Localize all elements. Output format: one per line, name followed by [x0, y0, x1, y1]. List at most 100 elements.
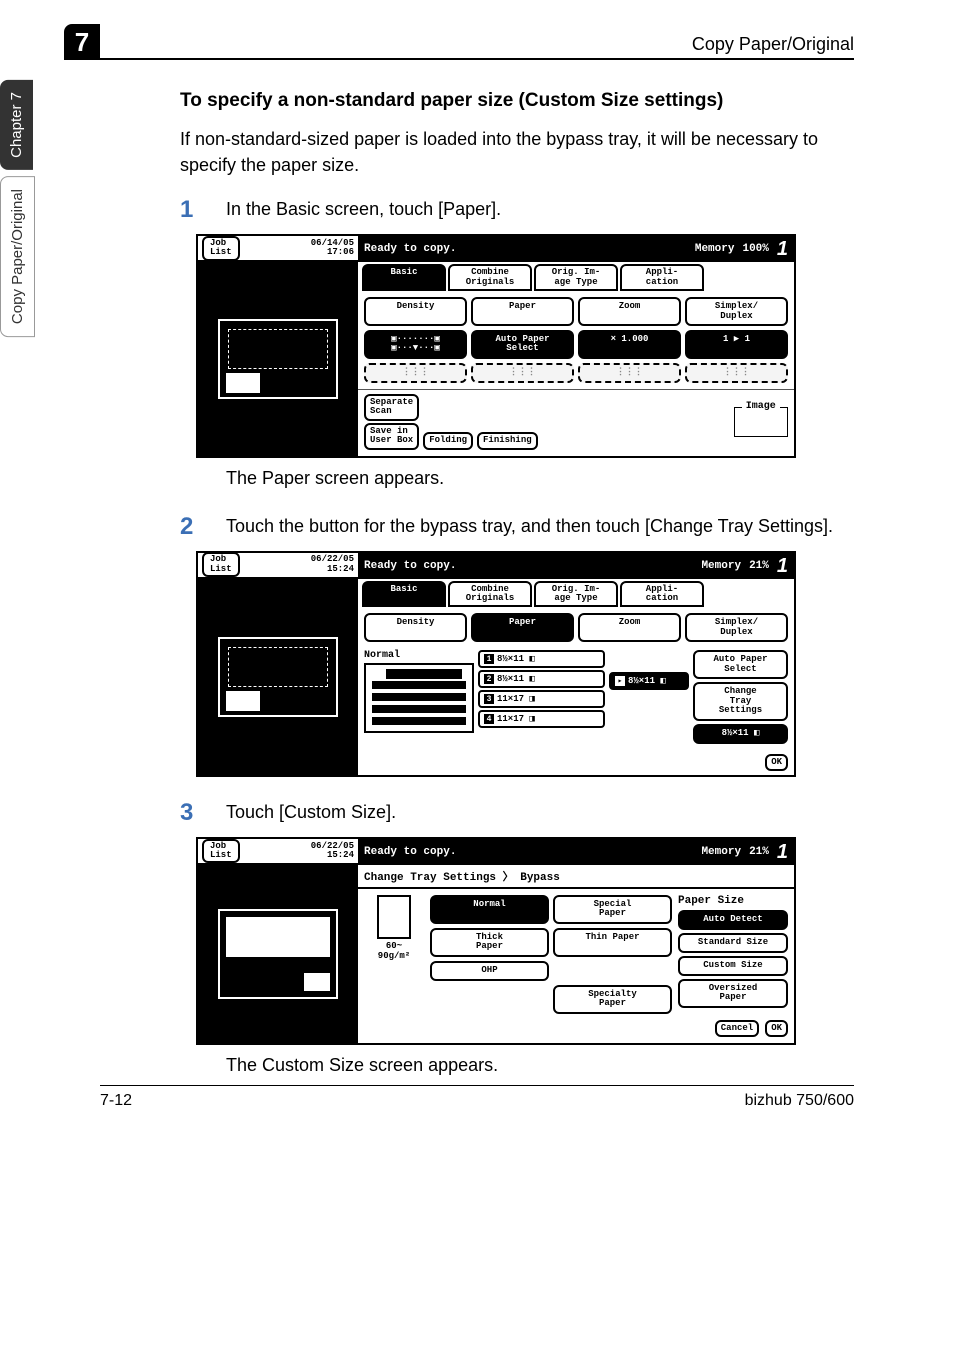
tab-orig-image[interactable]: Orig. Im- age Type [534, 581, 618, 608]
tray-size-label: 8½×11 ◧ [497, 654, 535, 664]
screen-basic: Job List 06/14/05 17:06 Ready to copy. M… [196, 234, 796, 457]
datetime: 06/14/05 17:06 [244, 239, 354, 258]
save-userbox-button[interactable]: Save in User Box [364, 423, 419, 450]
type-ohp-button[interactable]: OHP [430, 961, 549, 981]
tab-application[interactable]: Appli- cation [620, 581, 704, 608]
tray-size-label: 8½×11 ◧ [497, 674, 535, 684]
paper-button[interactable]: Paper [471, 297, 574, 326]
type-special-button[interactable]: Special Paper [553, 895, 672, 924]
disabled-slot: ⋮⋮⋮ [578, 363, 681, 383]
job-list-button[interactable]: Job List [202, 839, 240, 864]
separate-scan-button[interactable]: Separate Scan [364, 394, 419, 421]
tray-size-label: 11×17 ◨ [497, 714, 535, 724]
page-number: 7-12 [100, 1092, 132, 1110]
tab-combine[interactable]: Combine Originals [448, 264, 532, 291]
tray-1-button[interactable]: 18½×11 ◧ [478, 650, 605, 668]
breadcrumb: Change Tray Settings 〉 Bypass [358, 865, 794, 889]
zoom-button[interactable]: Zoom [578, 297, 681, 326]
density-button[interactable]: Density [364, 297, 467, 326]
job-list-button[interactable]: Job List [202, 552, 240, 577]
copy-count: 1 [777, 556, 788, 576]
tray-size-label: 11×17 ◨ [497, 694, 535, 704]
tab-orig-image[interactable]: Orig. Im- age Type [534, 264, 618, 291]
tray-3-button[interactable]: 311×17 ◨ [478, 690, 605, 708]
disabled-slot: ⋮⋮⋮ [685, 363, 788, 383]
tray-diagram-icon [364, 663, 474, 733]
status-message: Ready to copy. [364, 560, 701, 572]
size-oversized-button[interactable]: Oversized Paper [678, 979, 788, 1008]
model-name: bizhub 750/600 [745, 1092, 854, 1110]
step-after: The Paper screen appears. [226, 468, 854, 489]
paper-value: Auto Paper Select [471, 330, 574, 359]
memory-value: 21% [749, 846, 769, 858]
size-custom-button[interactable]: Custom Size [678, 956, 788, 976]
disabled-slot: ⋮⋮⋮ [471, 363, 574, 383]
tab-basic[interactable]: Basic [362, 264, 446, 291]
status-message: Ready to copy. [364, 846, 701, 858]
tab-application[interactable]: Appli- cation [620, 264, 704, 291]
tray-4-button[interactable]: 411×17 ◨ [478, 710, 605, 728]
cancel-button[interactable]: Cancel [715, 1020, 759, 1037]
paper-weight-label: 60~ 90g/m² [378, 941, 410, 961]
header-crumb: Copy Paper/Original [692, 34, 854, 55]
paper-size-heading: Paper Size [678, 895, 788, 907]
memory-label: Memory [701, 846, 741, 858]
size-auto-detect-button[interactable]: Auto Detect [678, 910, 788, 930]
simplex-value: 1 ▶ 1 [685, 330, 788, 359]
section-title: To specify a non-standard paper size (Cu… [180, 90, 854, 112]
finishing-button[interactable]: Finishing [477, 432, 538, 449]
type-thick-button[interactable]: Thick Paper [430, 928, 549, 957]
change-tray-settings-button[interactable]: Change Tray Settings [693, 682, 788, 720]
auto-paper-select-button[interactable]: Auto Paper Select [693, 650, 788, 679]
screen-paper: Job List 06/22/05 15:24 Ready to copy. M… [196, 551, 796, 777]
size-standard-button[interactable]: Standard Size [678, 933, 788, 953]
preview-area [198, 579, 358, 775]
preview-area [198, 262, 358, 455]
type-normal-button[interactable]: Normal [430, 895, 549, 924]
chapter-badge: 7 [64, 24, 100, 60]
step-number: 3 [180, 799, 226, 827]
scanner-icon [218, 319, 338, 399]
memory-label: Memory [695, 243, 735, 255]
type-specialty-button[interactable]: Specialty Paper [553, 985, 672, 1014]
type-thin-button[interactable]: Thin Paper [553, 928, 672, 957]
step-text: Touch [Custom Size]. [226, 799, 396, 825]
copy-count: 1 [777, 239, 788, 259]
tab-combine[interactable]: Combine Originals [448, 581, 532, 608]
tab-basic[interactable]: Basic [362, 581, 446, 608]
zoom-value: × 1.000 [578, 330, 681, 359]
scanner-icon [218, 637, 338, 717]
step-text: In the Basic screen, touch [Paper]. [226, 196, 501, 222]
intro-text: If non-standard-sized paper is loaded in… [180, 126, 854, 178]
memory-value: 21% [749, 560, 769, 572]
step-text: Touch the button for the bypass tray, an… [226, 513, 833, 539]
header-rule [98, 58, 854, 60]
folding-button[interactable]: Folding [423, 432, 473, 449]
simplex-duplex-button[interactable]: Simplex/ Duplex [685, 613, 788, 642]
ok-button[interactable]: OK [765, 754, 788, 771]
step-after: The Custom Size screen appears. [226, 1055, 854, 1076]
memory-label: Memory [701, 560, 741, 572]
bypass-tray-button[interactable]: ▸8½×11 ◧ [609, 672, 689, 690]
screen-change-tray: Job List 06/22/05 15:24 Ready to copy. M… [196, 837, 796, 1045]
image-preview-box [734, 407, 788, 437]
paper-type-label: Normal [364, 650, 474, 661]
memory-value: 100% [742, 243, 768, 255]
step-number: 1 [180, 196, 226, 224]
step-number: 2 [180, 513, 226, 541]
job-list-button[interactable]: Job List [202, 236, 240, 261]
datetime: 06/22/05 15:24 [244, 555, 354, 574]
tray-2-button[interactable]: 28½×11 ◧ [478, 670, 605, 688]
disabled-slot: ⋮⋮⋮ [364, 363, 467, 383]
selected-size-display: 8½×11 ◧ [693, 724, 788, 744]
density-button[interactable]: Density [364, 613, 467, 642]
zoom-button[interactable]: Zoom [578, 613, 681, 642]
paper-button-selected[interactable]: Paper [471, 613, 574, 642]
copy-count: 1 [777, 842, 788, 862]
simplex-duplex-button[interactable]: Simplex/ Duplex [685, 297, 788, 326]
tray-size-label: 8½×11 ◧ [628, 676, 666, 686]
paper-icon [377, 895, 411, 939]
ok-button[interactable]: OK [765, 1020, 788, 1037]
status-message: Ready to copy. [364, 243, 695, 255]
datetime: 06/22/05 15:24 [244, 842, 354, 861]
